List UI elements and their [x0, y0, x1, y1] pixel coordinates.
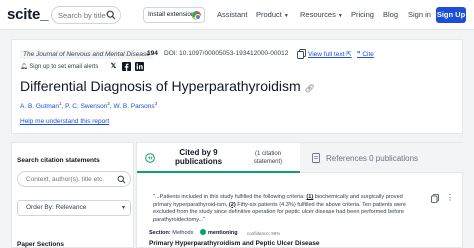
order-by-value: Order By: Relevance — [26, 204, 87, 211]
search-statements-title: Search citation statements — [17, 157, 100, 164]
quote-bubble-icon — [145, 153, 155, 163]
author-affiliation: 3 — [154, 101, 158, 106]
search-icon[interactable] — [106, 10, 116, 20]
nav-pricing[interactable]: Pricing — [351, 10, 374, 19]
citing-publication-title[interactable]: Primary Hyperparathyroidism and Peptic U… — [149, 240, 320, 247]
top-navbar: scite_ Install extension! Assistant Prod… — [0, 0, 474, 30]
email-alerts-link[interactable]: 🔔︎ Sign up to set email alerts — [20, 63, 98, 70]
author-link[interactable]: W. B. Parsons — [113, 103, 154, 110]
external-link-icon: ⇱ — [346, 51, 352, 58]
nav-product-label: Product — [256, 10, 282, 19]
nav-product[interactable]: Product ▼ — [256, 10, 289, 19]
help-understand-link[interactable]: Help me understand this report — [20, 118, 109, 125]
linkedin-icon[interactable] — [135, 62, 144, 71]
nav-assistant[interactable]: Assistant — [217, 10, 247, 19]
copy-icon[interactable] — [431, 194, 439, 203]
volume-number: 194 — [147, 50, 158, 57]
author-link[interactable]: A. B. Gutman — [20, 103, 59, 110]
mentioning-badge: mentioning — [200, 229, 238, 236]
copy-icon[interactable] — [297, 49, 306, 59]
more-options-icon[interactable]: ⋮ — [446, 193, 454, 202]
cite-label: Cite — [362, 51, 374, 58]
citations-panel: Cited by 9 publications (1 citation stat… — [136, 142, 464, 248]
nav-resources-label: Resources — [300, 10, 336, 19]
search-icon[interactable] — [117, 175, 126, 184]
sign-in-link[interactable]: Sign in — [408, 10, 431, 19]
journal-name[interactable]: The Journal of Nervous and Mental Diseas… — [20, 50, 153, 59]
author-list: A. B. Gutman1, P. C. Swenson2, W. B. Par… — [20, 101, 158, 111]
context-search-input[interactable] — [26, 174, 116, 185]
article-title: Differential Diagnosis of Hyperparathyro… — [20, 78, 315, 94]
sign-up-button[interactable]: Sign Up — [436, 7, 466, 23]
article-header: The Journal of Nervous and Mental Diseas… — [11, 39, 463, 134]
section-label: Section: — [149, 230, 171, 236]
view-full-text-link[interactable]: View full text ⇱ — [308, 50, 352, 58]
link-icon[interactable]: 🔗︎ — [305, 84, 315, 93]
chrome-icon — [192, 11, 201, 20]
author-link[interactable]: P. C. Swenson — [65, 103, 107, 110]
citation-statement-count: (1 citation statement) — [253, 151, 283, 165]
doi-text: DOI: 10.1097/00005053-193412000-00012 — [164, 50, 289, 57]
order-by-select[interactable]: Order By: Relevance ▾ — [17, 200, 131, 216]
citation-statement: "...Patients included in this study fulf… — [153, 194, 421, 224]
quote-icon: ❞ — [357, 51, 361, 58]
paper-sections-title: Paper Sections — [17, 241, 64, 248]
email-alerts-label: Sign up to set email alerts — [29, 64, 99, 70]
tab-cited-by[interactable]: Cited by 9 publications (1 citation stat… — [137, 143, 300, 173]
statement-text: "...Patients included in this study fulf… — [153, 194, 307, 200]
article-title-text: Differential Diagnosis of Hyperparathyro… — [20, 78, 301, 94]
nav-blog[interactable]: Blog — [383, 10, 398, 19]
chevron-down-icon: ▾ — [121, 205, 125, 211]
chevron-down-icon: ▼ — [283, 13, 289, 19]
scite-logo[interactable]: scite_ — [7, 6, 49, 23]
citation-filter-sidebar: Search citation statements Order By: Rel… — [11, 142, 134, 248]
bell-icon: 🔔︎ — [20, 64, 28, 70]
chevron-down-icon: ▼ — [337, 13, 343, 19]
confidence-score: confidence: 99% — [247, 231, 281, 236]
section-value: Methods — [172, 230, 194, 236]
references-count: References 0 publications — [326, 154, 419, 163]
mentioning-label: mentioning — [208, 230, 238, 236]
facebook-icon[interactable] — [122, 62, 131, 71]
context-search[interactable] — [17, 171, 131, 187]
statement-marker: (2) — [228, 201, 236, 208]
install-extension-button[interactable]: Install extension! — [143, 7, 205, 23]
tab-references[interactable]: References 0 publications — [300, 143, 464, 173]
cited-by-count: Cited by 9 publications — [174, 148, 223, 166]
global-search[interactable] — [51, 6, 121, 24]
install-extension-label: Install extension! — [148, 11, 197, 18]
cite-link[interactable]: ❞ Cite — [357, 50, 374, 58]
nav-resources[interactable]: Resources ▼ — [300, 10, 343, 19]
full-text-label: View full text — [308, 51, 345, 58]
twitter-icon[interactable]: 𝕏 — [109, 62, 118, 71]
document-icon — [312, 153, 320, 163]
global-search-input[interactable] — [58, 9, 106, 22]
mentioning-dot-icon — [200, 229, 206, 235]
statement-section: Section: Methods — [149, 230, 193, 236]
